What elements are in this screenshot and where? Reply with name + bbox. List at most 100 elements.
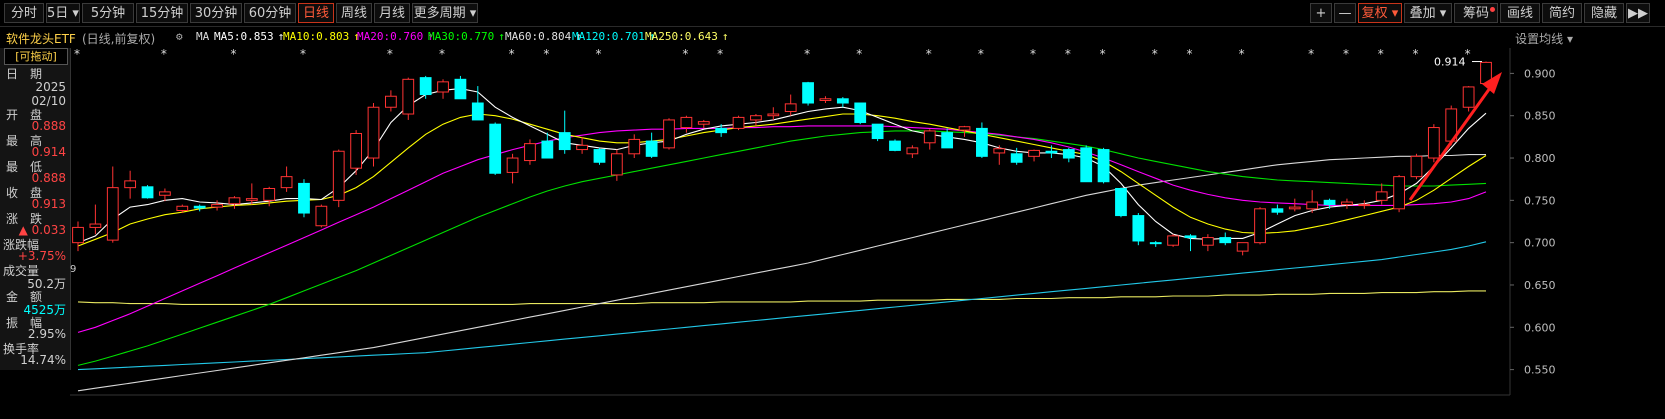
event-marker: *: [926, 47, 932, 61]
candle-body: [1045, 150, 1058, 154]
candle-body: [385, 95, 397, 108]
candle-body: [1201, 237, 1214, 246]
candle-body: [628, 138, 641, 155]
ma30-line: [77, 130, 1487, 366]
candle-body: [1028, 149, 1040, 157]
candle-body: [993, 148, 1006, 154]
candle-body: [1410, 155, 1423, 178]
candle-body: [663, 119, 675, 149]
candle-body: [697, 121, 710, 125]
event-marker: *: [1100, 47, 1106, 61]
event-marker: *: [856, 47, 862, 61]
candle-body: [454, 78, 467, 100]
y-tick-label: 0.900: [1524, 67, 1556, 80]
candle-body: [1167, 235, 1179, 246]
candle-body: [732, 116, 745, 129]
candle-body: [958, 126, 971, 131]
candle-body: [402, 78, 415, 115]
event-marker: *: [1186, 47, 1192, 61]
candle-body: [228, 197, 241, 205]
candle-body: [211, 204, 223, 208]
candle-body: [558, 132, 571, 151]
event-marker: *: [717, 47, 723, 61]
candle-body: [159, 191, 171, 196]
ma120-line: [77, 241, 1487, 371]
candle-body: [1393, 176, 1405, 210]
event-marker: *: [161, 47, 167, 61]
candle-body: [437, 81, 449, 93]
event-marker: *: [509, 47, 515, 61]
candle-body: [576, 144, 588, 151]
candle-body: [1097, 149, 1110, 183]
candle-body: [419, 77, 432, 96]
candle-body: [524, 143, 536, 162]
candle-body: [1427, 127, 1440, 159]
event-marker: *: [1378, 47, 1384, 61]
candle-body: [141, 186, 154, 199]
candle-body: [1236, 242, 1249, 252]
event-marker: *: [1065, 47, 1071, 61]
candle-body: [1462, 86, 1475, 108]
trend-arrow-line: [1408, 87, 1492, 201]
candle-body: [1149, 242, 1162, 245]
candle-body: [1358, 204, 1371, 207]
candle-body: [1115, 187, 1127, 217]
event-marker: *: [74, 47, 80, 61]
y-tick-label: 0.700: [1524, 237, 1556, 250]
candle-body: [836, 98, 849, 104]
candle-body: [1341, 201, 1353, 206]
candle-body: [819, 98, 832, 101]
candle-body: [610, 153, 623, 176]
candle-body: [715, 127, 728, 134]
ma250-line: [77, 290, 1486, 305]
candle-body: [1271, 208, 1284, 213]
candle-body: [889, 140, 901, 151]
candle-body: [124, 180, 137, 189]
candle-body: [767, 113, 780, 117]
y-tick-label: 0.600: [1524, 321, 1556, 334]
candle-body: [923, 130, 936, 144]
candle-body: [541, 140, 554, 159]
max-price-label: 0.914: [1434, 56, 1466, 69]
candle-body: [315, 205, 328, 227]
left-edge-marker: 9: [70, 264, 76, 275]
candle-body: [680, 116, 693, 129]
event-marker: *: [1412, 47, 1418, 61]
candle-body: [1306, 201, 1319, 210]
candle-body: [471, 102, 484, 121]
candle-body: [871, 123, 884, 140]
candle-body: [280, 176, 293, 189]
candle-body: [489, 123, 502, 174]
candle-body: [263, 187, 276, 201]
y-tick-label: 0.850: [1524, 110, 1556, 123]
candlestick-chart[interactable]: 0.550 0.600 0.650 0.700 0.750 0.800 0.850 0.900…: [0, 0, 1665, 419]
candle-body: [1184, 235, 1197, 239]
event-marker: *: [1465, 47, 1471, 61]
candle-body: [645, 140, 658, 157]
candle-body: [332, 150, 345, 201]
candle-body: [89, 223, 102, 228]
candle-body: [367, 106, 380, 159]
y-tick-label: 0.650: [1524, 279, 1556, 292]
candle-body: [193, 205, 206, 209]
candle-body: [976, 127, 988, 157]
candle-body: [245, 198, 258, 201]
candle-body: [1010, 153, 1023, 163]
event-marker: *: [1239, 47, 1245, 61]
candle-body: [854, 102, 867, 123]
event-marker: *: [1308, 47, 1314, 61]
candle-body: [1254, 208, 1266, 244]
candle-body: [593, 149, 606, 163]
event-marker: *: [387, 47, 393, 61]
event-marker: *: [543, 47, 549, 61]
candle-body: [106, 187, 119, 241]
y-tick-label: 0.750: [1524, 194, 1556, 207]
event-marker: *: [300, 47, 306, 61]
y-tick-label: 0.800: [1524, 152, 1556, 165]
candle-body: [784, 103, 797, 112]
ma60-line: [77, 154, 1486, 392]
event-marker: *: [1030, 47, 1036, 61]
candle-body: [1132, 215, 1145, 242]
event-marker: *: [439, 47, 445, 61]
candle-body: [72, 226, 84, 244]
